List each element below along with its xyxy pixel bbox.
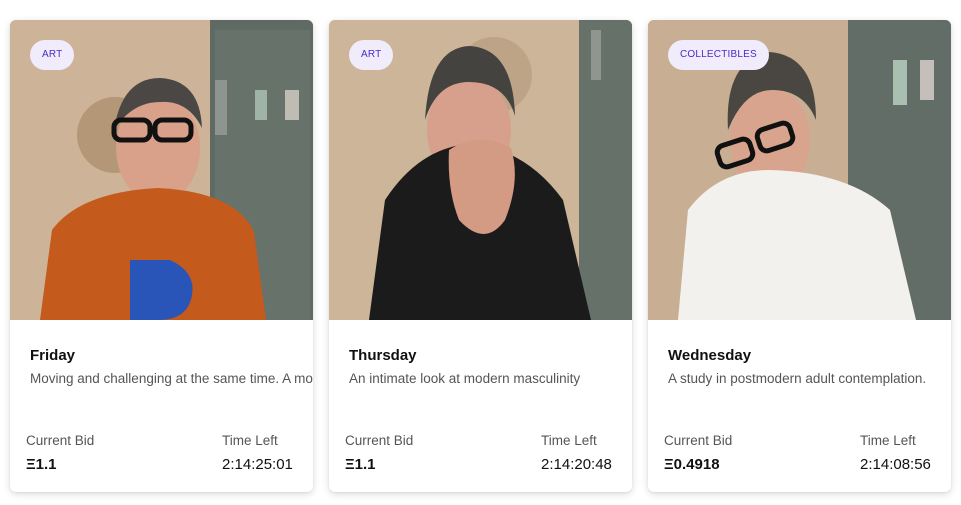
card-body: Thursday An intimate look at modern masc…	[329, 320, 632, 492]
time-left-label: Time Left	[860, 433, 916, 448]
auction-card-grid: ART Friday Moving and challenging at the…	[0, 0, 961, 505]
current-bid-label: Current Bid	[345, 433, 414, 448]
card-photo[interactable]: COLLECTIBLES	[648, 20, 951, 320]
auction-card-thursday[interactable]: ART Thursday An intimate look at modern …	[329, 20, 632, 492]
category-badge[interactable]: ART	[30, 40, 75, 70]
current-bid-value: Ξ1.1	[345, 456, 376, 473]
card-description: A study in postmodern adult contemplatio…	[668, 371, 927, 386]
time-left-label: Time Left	[222, 433, 278, 448]
category-badge[interactable]: ART	[349, 40, 394, 70]
current-bid-value: Ξ1.1	[26, 456, 57, 473]
time-left-value: 2:14:20:48	[541, 456, 612, 473]
current-bid-label: Current Bid	[26, 433, 95, 448]
current-bid-value: Ξ0.4918	[664, 456, 720, 473]
auction-card-wednesday[interactable]: COLLECTIBLES Wednesday A study in postmo…	[648, 20, 951, 492]
card-body: Friday Moving and challenging at the sam…	[10, 320, 313, 492]
current-bid-label: Current Bid	[664, 433, 733, 448]
card-title: Friday	[30, 347, 76, 364]
card-description: Moving and challenging at the same time.…	[30, 371, 313, 386]
auction-card-friday[interactable]: ART Friday Moving and challenging at the…	[10, 20, 313, 492]
time-left-label: Time Left	[541, 433, 597, 448]
card-title: Wednesday	[668, 347, 752, 364]
card-photo[interactable]: ART	[329, 20, 632, 320]
time-left-value: 2:14:08:56	[860, 456, 931, 473]
card-body: Wednesday A study in postmodern adult co…	[648, 320, 951, 492]
card-title: Thursday	[349, 347, 417, 364]
card-description: An intimate look at modern masculinity	[349, 371, 581, 386]
time-left-value: 2:14:25:01	[222, 456, 293, 473]
category-badge[interactable]: COLLECTIBLES	[668, 40, 769, 70]
card-photo[interactable]: ART	[10, 20, 313, 320]
